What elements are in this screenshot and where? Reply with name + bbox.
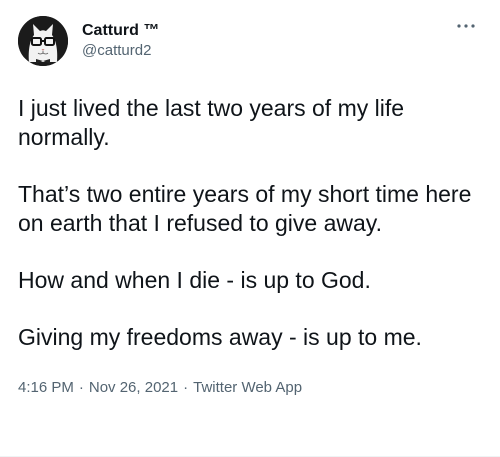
display-name[interactable]: Catturd ™ [82,21,159,41]
tweet-date[interactable]: Nov 26, 2021 [89,379,178,396]
tweet-source[interactable]: Twitter Web App [193,379,302,396]
avatar[interactable] [18,16,68,66]
tweet-card: Catturd ™ @catturd2 I just lived the las… [0,0,500,457]
tweet-time[interactable]: 4:16 PM [18,379,74,396]
tweet-text: I just lived the last two years of my li… [18,94,486,352]
tweet-paragraph: I just lived the last two years of my li… [18,95,405,150]
meta-separator: · [183,379,189,396]
tweet-paragraph: How and when I die - is up to God. [18,267,371,293]
more-dots-icon [457,24,475,28]
author-handle[interactable]: @catturd2 [82,42,159,61]
more-options-button[interactable] [454,18,478,34]
tweet-metadata: 4:16 PM · Nov 26, 2021 · Twitter Web App [18,379,482,396]
cat-avatar-icon [18,16,68,66]
meta-separator: · [78,379,84,396]
tweet-paragraph: Giving my freedoms away - is up to me. [18,324,422,350]
tweet-header: Catturd ™ @catturd2 [18,14,482,68]
author-names: Catturd ™ @catturd2 [82,21,159,61]
tweet-paragraph: That’s two entire years of my short time… [18,181,472,236]
